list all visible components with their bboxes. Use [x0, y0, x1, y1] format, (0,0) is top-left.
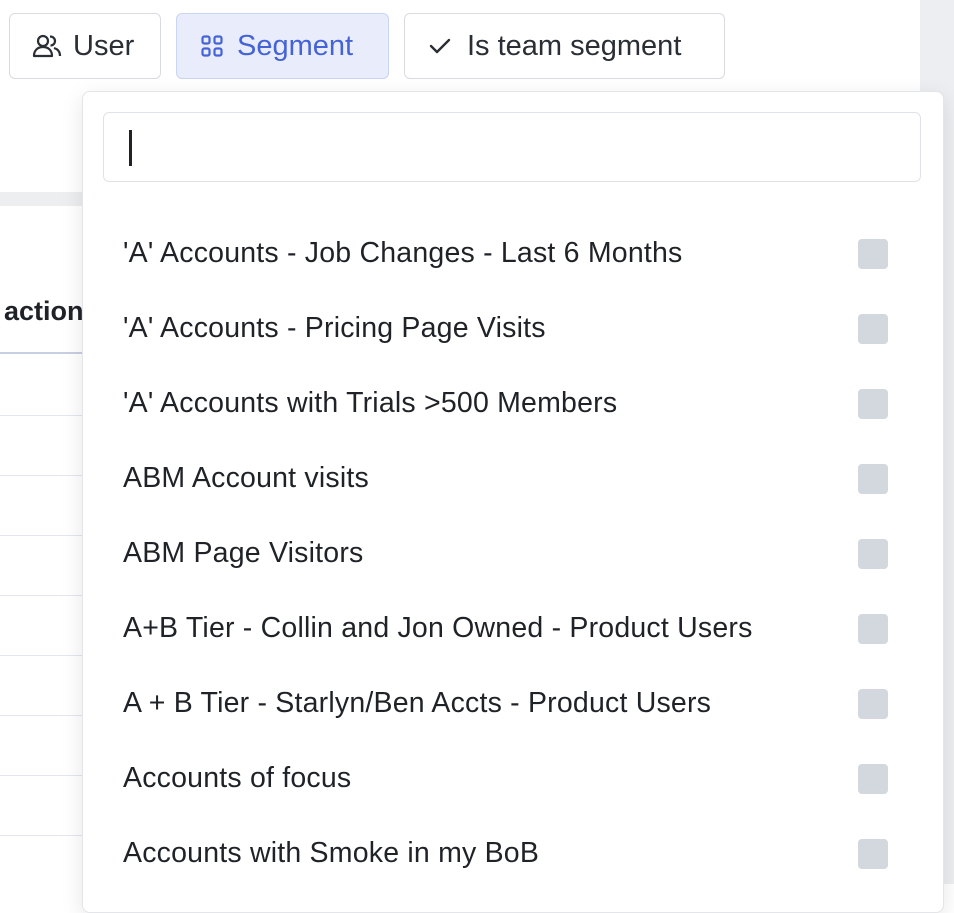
segment-option[interactable]: 'A' Accounts with Trials >500 Members: [83, 366, 943, 441]
segment-option-checkbox[interactable]: [858, 613, 888, 644]
segment-option[interactable]: 'A' Accounts - Job Changes - Last 6 Mont…: [83, 216, 943, 291]
table-column-header[interactable]: action: [4, 296, 84, 327]
user-filter-button[interactable]: User: [9, 13, 161, 79]
header-divider: [0, 352, 90, 354]
segment-option[interactable]: Accounts with Smoke in my BoB: [83, 816, 943, 891]
segment-option-label: A + B Tier - Starlyn/Ben Accts - Product…: [123, 687, 712, 719]
segment-option-label: 'A' Accounts - Job Changes - Last 6 Mont…: [123, 237, 683, 269]
segment-option-label: Accounts with Smoke in my BoB: [123, 837, 540, 869]
grid-icon: [201, 35, 223, 57]
segment-option-checkbox[interactable]: [858, 538, 888, 569]
segment-option-checkbox[interactable]: [858, 388, 888, 419]
user-filter-label: User: [73, 29, 135, 62]
segment-option[interactable]: ABM Page Visitors: [83, 516, 943, 591]
segment-option-checkbox[interactable]: [858, 688, 888, 719]
table-row-divider: [0, 595, 90, 596]
table-row-divider: [0, 655, 90, 656]
team-segment-filter-button[interactable]: Is team segment: [404, 13, 725, 79]
segment-option[interactable]: A+B Tier - Collin and Jon Owned - Produc…: [83, 591, 943, 666]
table-row-divider: [0, 475, 90, 476]
segment-dropdown: 'A' Accounts - Job Changes - Last 6 Mont…: [82, 91, 944, 913]
segment-option-label: 'A' Accounts with Trials >500 Members: [123, 387, 618, 419]
table-row-divider: [0, 415, 90, 416]
table-row-divider: [0, 715, 90, 716]
segment-option-label: ABM Page Visitors: [123, 537, 364, 569]
segment-option[interactable]: ABM Account visits: [83, 441, 943, 516]
segment-option[interactable]: A + B Tier - Starlyn/Ben Accts - Product…: [83, 666, 943, 741]
table-row-divider: [0, 535, 90, 536]
segment-option-label: ABM Account visits: [123, 462, 369, 494]
users-icon: [32, 34, 62, 58]
segment-filter-button[interactable]: Segment: [176, 13, 389, 79]
segment-option-checkbox[interactable]: [858, 313, 888, 344]
segment-option-label: A+B Tier - Collin and Jon Owned - Produc…: [123, 612, 753, 644]
segment-option-checkbox[interactable]: [858, 763, 888, 794]
table-row-divider: [0, 775, 90, 776]
segment-option[interactable]: 'A' Accounts - Pricing Page Visits: [83, 291, 943, 366]
segment-option-checkbox[interactable]: [858, 463, 888, 494]
segment-option-checkbox[interactable]: [858, 238, 888, 269]
segment-search-input[interactable]: [103, 112, 921, 182]
check-icon: [429, 38, 451, 54]
team-segment-filter-label: Is team segment: [467, 29, 682, 62]
segment-option-checkbox[interactable]: [858, 838, 888, 869]
table-row-divider: [0, 835, 90, 836]
segment-option-label: 'A' Accounts - Pricing Page Visits: [123, 312, 546, 344]
segment-filter-label: Segment: [237, 29, 354, 62]
text-caret: [129, 130, 132, 166]
segment-option[interactable]: Accounts of focus: [83, 741, 943, 816]
segment-option-label: Accounts of focus: [123, 762, 352, 794]
